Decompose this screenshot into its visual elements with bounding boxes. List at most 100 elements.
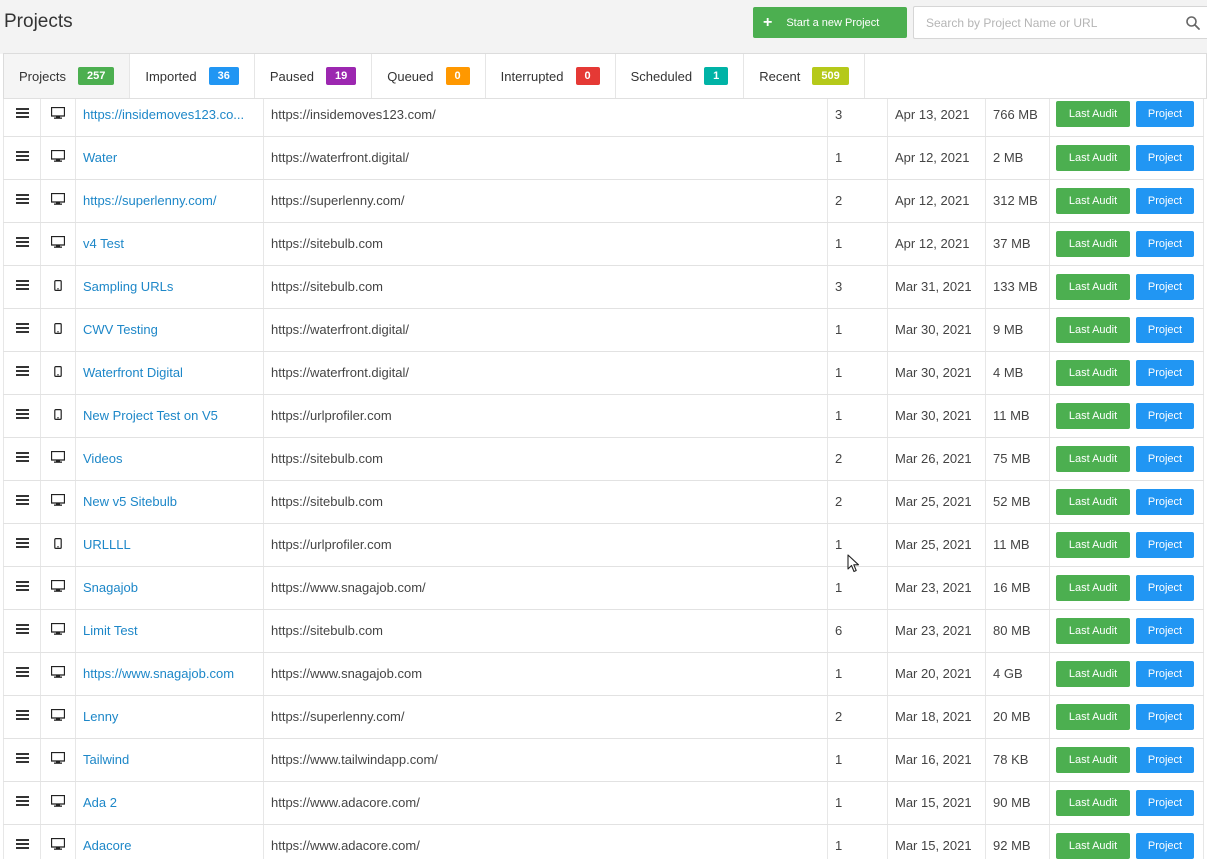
last-audit-button[interactable]: Last Audit: [1056, 316, 1130, 343]
device-cell: [40, 480, 76, 524]
project-button[interactable]: Project: [1136, 445, 1194, 472]
table-row: Lenny https://superlenny.com/2 Mar 18, 202…: [3, 695, 1204, 739]
project-button[interactable]: Project: [1136, 316, 1194, 343]
project-name-link[interactable]: https://insidemoves123.co...: [83, 107, 244, 122]
last-audit-button[interactable]: Last Audit: [1056, 531, 1130, 558]
tab-scheduled[interactable]: Scheduled 1: [616, 54, 745, 98]
tab-recent[interactable]: Recent 509: [744, 54, 865, 98]
last-audit-button[interactable]: Last Audit: [1056, 144, 1130, 171]
hamburger-menu-icon[interactable]: [15, 493, 29, 507]
tab-interrupted[interactable]: Interrupted 0: [486, 54, 616, 98]
tab-paused[interactable]: Paused 19: [255, 54, 373, 98]
project-name-link[interactable]: v4 Test: [83, 236, 124, 251]
hamburger-menu-icon[interactable]: [15, 321, 29, 335]
last-audit-button[interactable]: Last Audit: [1056, 703, 1130, 730]
project-name-link[interactable]: Lenny: [83, 709, 118, 724]
hamburger-menu-icon[interactable]: [15, 407, 29, 421]
last-audit-button[interactable]: Last Audit: [1056, 445, 1130, 472]
project-button[interactable]: Project: [1136, 660, 1194, 687]
project-name-link[interactable]: CWV Testing: [83, 322, 158, 337]
project-button[interactable]: Project: [1136, 703, 1194, 730]
project-name-link[interactable]: New v5 Sitebulb: [83, 494, 177, 509]
project-button[interactable]: Project: [1136, 359, 1194, 386]
project-button[interactable]: Project: [1136, 617, 1194, 644]
project-button[interactable]: Project: [1136, 230, 1194, 257]
project-name-link[interactable]: Sampling URLs: [83, 279, 173, 294]
project-button[interactable]: Project: [1136, 574, 1194, 601]
last-audit-button[interactable]: Last Audit: [1056, 488, 1130, 515]
last-audit-button[interactable]: Last Audit: [1056, 402, 1130, 429]
mobile-icon: [54, 279, 62, 294]
hamburger-menu-icon[interactable]: [15, 751, 29, 765]
last-audit-button[interactable]: Last Audit: [1056, 617, 1130, 644]
project-name-link[interactable]: Snagajob: [83, 580, 138, 595]
hamburger-menu-icon[interactable]: [15, 536, 29, 550]
last-audit-button[interactable]: Last Audit: [1056, 574, 1130, 601]
project-url: https://sitebulb.com: [263, 437, 828, 481]
hamburger-menu-icon[interactable]: [15, 622, 29, 636]
project-button[interactable]: Project: [1136, 402, 1194, 429]
hamburger-menu-icon[interactable]: [15, 235, 29, 249]
last-audit-button[interactable]: Last Audit: [1056, 789, 1130, 816]
audit-count: 2: [827, 437, 888, 481]
hamburger-menu-icon[interactable]: [15, 837, 29, 851]
project-name-cell: Water: [75, 136, 264, 180]
project-button[interactable]: Project: [1136, 101, 1194, 128]
project-button[interactable]: Project: [1136, 488, 1194, 515]
project-name-link[interactable]: Tailwind: [83, 752, 129, 767]
project-name-link[interactable]: https://www.snagajob.com: [83, 666, 234, 681]
last-audit-button[interactable]: Last Audit: [1056, 230, 1130, 257]
start-new-project-button[interactable]: + Start a new Project: [753, 7, 907, 38]
project-name-link[interactable]: New Project Test on V5: [83, 408, 218, 423]
project-name-link[interactable]: Limit Test: [83, 623, 138, 638]
tab-queued[interactable]: Queued 0: [372, 54, 486, 98]
last-audit-button[interactable]: Last Audit: [1056, 187, 1130, 214]
project-button[interactable]: Project: [1136, 273, 1194, 300]
hamburger-menu-icon[interactable]: [15, 192, 29, 206]
project-name-link[interactable]: Ada 2: [83, 795, 117, 810]
hamburger-menu-icon[interactable]: [15, 149, 29, 163]
last-audit-button[interactable]: Last Audit: [1056, 101, 1130, 128]
last-audit-button[interactable]: Last Audit: [1056, 359, 1130, 386]
hamburger-menu-icon[interactable]: [15, 579, 29, 593]
device-cell: [40, 609, 76, 653]
row-menu-cell: [3, 308, 41, 352]
project-name-link[interactable]: Adacore: [83, 838, 131, 853]
hamburger-menu-icon[interactable]: [15, 665, 29, 679]
row-menu-cell: [3, 394, 41, 438]
project-button[interactable]: Project: [1136, 832, 1194, 859]
search-input[interactable]: [914, 7, 1207, 38]
project-button[interactable]: Project: [1136, 144, 1194, 171]
row-menu-cell: [3, 652, 41, 696]
project-name-link[interactable]: Videos: [83, 451, 123, 466]
project-button[interactable]: Project: [1136, 187, 1194, 214]
last-audit-button[interactable]: Last Audit: [1056, 660, 1130, 687]
search-icon[interactable]: [1185, 15, 1201, 31]
project-name-link[interactable]: Waterfront Digital: [83, 365, 183, 380]
project-button[interactable]: Project: [1136, 746, 1194, 773]
last-audit-date: Apr 12, 2021: [887, 222, 986, 266]
project-button[interactable]: Project: [1136, 789, 1194, 816]
actions-cell: Last Audit Project: [1049, 609, 1204, 653]
hamburger-menu-icon[interactable]: [15, 278, 29, 292]
hamburger-menu-icon[interactable]: [15, 794, 29, 808]
last-audit-button[interactable]: Last Audit: [1056, 746, 1130, 773]
project-name-link[interactable]: Water: [83, 150, 117, 165]
project-button[interactable]: Project: [1136, 531, 1194, 558]
hamburger-menu-icon[interactable]: [15, 450, 29, 464]
table-row: New v5 Sitebulb https://sitebulb.com 2 Mar …: [3, 480, 1204, 524]
project-name-cell: https://www.snagajob.com: [75, 652, 264, 696]
page-title: Projects: [4, 11, 73, 32]
project-name-cell: New Project Test on V5: [75, 394, 264, 438]
project-name-link[interactable]: https://superlenny.com/: [83, 193, 216, 208]
last-audit-button[interactable]: Last Audit: [1056, 832, 1130, 859]
audit-count: 2: [827, 480, 888, 524]
hamburger-menu-icon[interactable]: [15, 708, 29, 722]
tab-imported[interactable]: Imported 36: [130, 54, 255, 98]
project-name-link[interactable]: URLLLL: [83, 537, 131, 552]
tab-projects[interactable]: Projects 257: [4, 54, 131, 98]
tab-label: Projects: [19, 68, 66, 84]
hamburger-menu-icon[interactable]: [15, 106, 29, 120]
last-audit-button[interactable]: Last Audit: [1056, 273, 1130, 300]
hamburger-menu-icon[interactable]: [15, 364, 29, 378]
